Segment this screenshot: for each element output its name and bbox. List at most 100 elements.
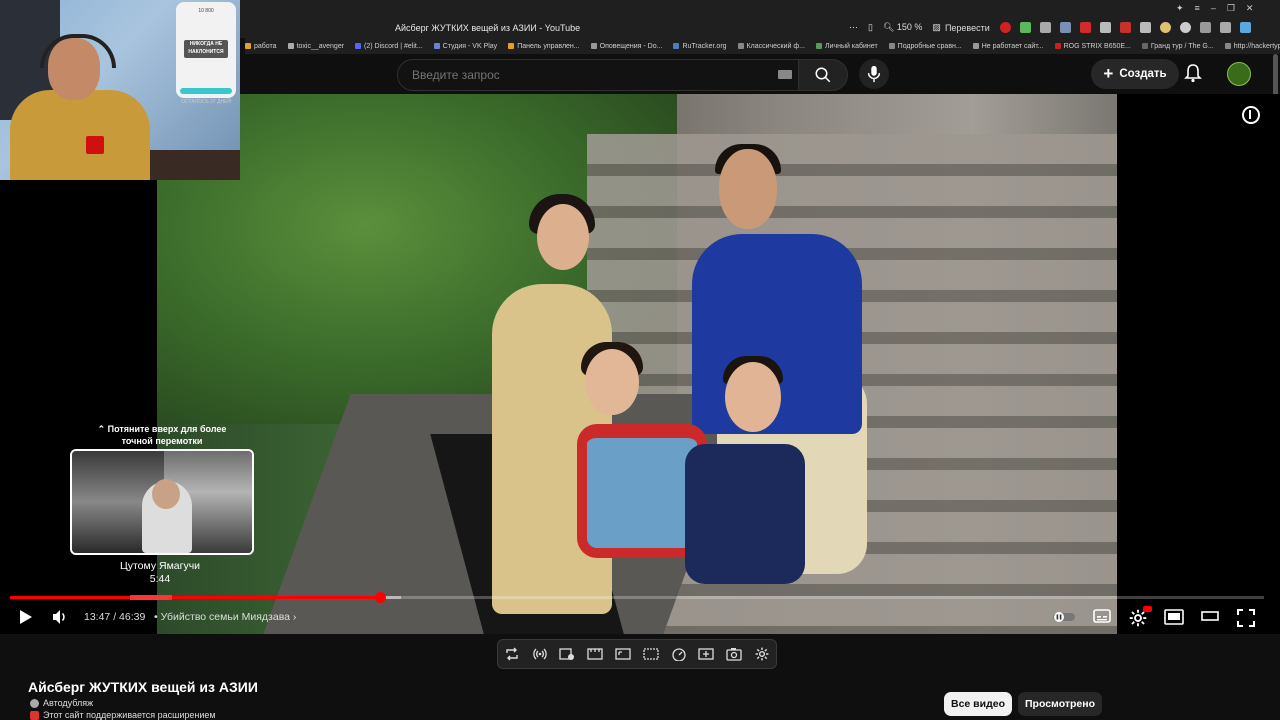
bookmark-favicon-icon: [245, 43, 251, 49]
playlist-settings-icon[interactable]: [559, 646, 575, 662]
bookmark-item[interactable]: Подробные сравн...: [888, 43, 962, 50]
extension-icon[interactable]: [1060, 22, 1071, 33]
bookmark-favicon-icon: [1054, 43, 1061, 49]
bookmark-item[interactable]: Оповещения - Do...: [590, 42, 663, 50]
progress-scrubber[interactable]: [374, 592, 386, 603]
progress-hover: [130, 595, 172, 600]
extension-toolbar: [497, 639, 777, 669]
auto-dub-indicator[interactable]: Автодубляж: [30, 698, 93, 708]
phone-bottom-text: ОСТАЛОСЬ 37 ДНЕЙ: [181, 99, 231, 105]
chip-watched[interactable]: Просмотрено: [1018, 692, 1102, 716]
play-icon[interactable]: [19, 609, 33, 625]
extension-icon[interactable]: [1180, 22, 1191, 33]
bookmark-item[interactable]: toxic__avenger: [287, 43, 344, 50]
translate-button[interactable]: ▨ Перевести: [932, 22, 989, 33]
subtitles-icon[interactable]: [1093, 609, 1111, 623]
zoom-value: 150 %: [896, 22, 923, 32]
phone-widget: 10 800 НИКОГДА НЕ НАКЛОНИТСЯ ОСТАЛОСЬ 37…: [176, 2, 236, 105]
cinema-mode-icon[interactable]: [643, 646, 659, 662]
screenshot-camera-icon[interactable]: [726, 646, 742, 662]
extension-icon[interactable]: [1160, 22, 1171, 33]
film-strip-icon[interactable]: [587, 646, 603, 662]
minimize-icon[interactable]: –: [1211, 3, 1216, 14]
speed-gauge-icon[interactable]: [671, 646, 687, 662]
bookmark-label: Гранд тур / The G...: [1150, 42, 1214, 50]
theater-mode-icon[interactable]: [1201, 609, 1219, 623]
bookmarks-bar: работа toxic__avenger (2) Discord | #elit.…: [245, 38, 1280, 54]
zoom-indicator[interactable]: 🔍︎ 150 %: [883, 22, 922, 33]
bookmark-label: ROG STRIX B650E...: [1063, 42, 1131, 50]
search-input[interactable]: [410, 67, 774, 83]
bookmark-item[interactable]: ROG STRIX B650E...: [1054, 42, 1131, 50]
webcam-mug: [86, 136, 104, 154]
webcam-overlay: 10 800 НИКОГДА НЕ НАКЛОНИТСЯ ОСТАЛОСЬ 37…: [0, 0, 240, 180]
progress-played: [10, 596, 380, 599]
audio-mode-icon[interactable]: [532, 646, 548, 662]
dub-label: Автодубляж: [43, 698, 94, 708]
search-icon: [815, 67, 831, 83]
bookmark-favicon-icon: [815, 43, 822, 49]
extension-icon[interactable]: [1240, 22, 1251, 33]
chapter-title[interactable]: • Убийство семьи Миядзава ›: [154, 611, 296, 623]
bookmark-item[interactable]: Личный кабинет: [815, 43, 878, 50]
extension-icon[interactable]: [1200, 22, 1211, 33]
chip-all-videos[interactable]: Все видео: [944, 692, 1012, 716]
add-to-playlist-icon[interactable]: [698, 646, 715, 662]
pin-icon[interactable]: ✦: [1176, 3, 1184, 14]
create-button[interactable]: + Создать: [1091, 59, 1179, 89]
window-controls: ✦ ≡ – ❐ ✕: [1176, 3, 1253, 14]
bookmark-label: Классический ф...: [746, 42, 805, 50]
bookmark-favicon-icon: [287, 43, 294, 49]
bookmark-favicon-icon: [433, 43, 440, 49]
bookmark-item[interactable]: Студия - VK Play: [433, 42, 498, 50]
fullscreen-icon[interactable]: [1237, 609, 1255, 627]
bookmark-item[interactable]: Панель управлен...: [508, 42, 580, 50]
bookmark-item[interactable]: RuTracker.org: [673, 42, 727, 50]
restore-icon[interactable]: ❐: [1227, 3, 1235, 14]
extension-icon[interactable]: [1100, 22, 1111, 33]
notifications-bell-icon[interactable]: [1184, 63, 1202, 83]
bookmark-item[interactable]: Гранд тур / The G...: [1141, 42, 1214, 50]
extension-settings-icon[interactable]: [754, 646, 770, 662]
bookmark-favicon-icon: [508, 43, 515, 49]
bookmark-item[interactable]: http://hackertyper...: [1224, 43, 1280, 50]
bookmark-label: Панель управлен...: [517, 42, 580, 50]
bookmark-item[interactable]: работа: [245, 43, 277, 50]
extension-icon[interactable]: [1140, 22, 1151, 33]
account-avatar[interactable]: [1227, 62, 1251, 86]
extensions-bar: [1000, 22, 1251, 33]
bookmark-icon[interactable]: ▯: [868, 22, 873, 33]
info-icon[interactable]: [1242, 106, 1260, 124]
extension-icon[interactable]: [1000, 22, 1011, 33]
frame-icon[interactable]: [615, 646, 631, 662]
volume-icon[interactable]: [52, 609, 68, 625]
seek-hint: ⌃ Потяните вверх для более точной перемо…: [97, 424, 227, 446]
more-icon[interactable]: ⋯: [849, 22, 858, 33]
menu-icon[interactable]: ≡: [1195, 3, 1200, 14]
bookmark-label: RuTracker.org: [682, 42, 727, 50]
close-icon[interactable]: ✕: [1246, 3, 1254, 14]
frame-figure: [719, 149, 777, 229]
miniplayer-icon[interactable]: [1164, 609, 1184, 625]
bookmark-favicon-icon: [1224, 43, 1231, 49]
extension-icon[interactable]: [1040, 22, 1051, 33]
translate-label: Перевести: [944, 22, 990, 33]
keyboard-icon[interactable]: [778, 70, 792, 79]
bookmark-label: Оповещения - Do...: [599, 42, 663, 50]
bookmark-label: Студия - VK Play: [442, 42, 498, 50]
search-box: [397, 59, 799, 91]
extension-icon[interactable]: [1020, 22, 1031, 33]
extension-icon[interactable]: [1080, 22, 1091, 33]
extension-icon[interactable]: [1120, 22, 1131, 33]
search-button[interactable]: [798, 59, 848, 91]
bookmark-item[interactable]: (2) Discord | #elit...: [355, 43, 423, 50]
chapter-title-text: • Убийство семьи Миядзава: [154, 611, 290, 623]
autoplay-toggle-icon[interactable]: [1053, 611, 1075, 623]
extension-icon[interactable]: [1220, 22, 1231, 33]
bookmark-item[interactable]: Классический ф...: [737, 42, 805, 50]
progress-bar[interactable]: [10, 592, 1264, 603]
bookmark-item[interactable]: Не работает сайт...: [972, 43, 1044, 50]
webcam-person: [10, 90, 150, 180]
voice-search-button[interactable]: [859, 59, 889, 89]
loop-icon[interactable]: [504, 646, 520, 662]
